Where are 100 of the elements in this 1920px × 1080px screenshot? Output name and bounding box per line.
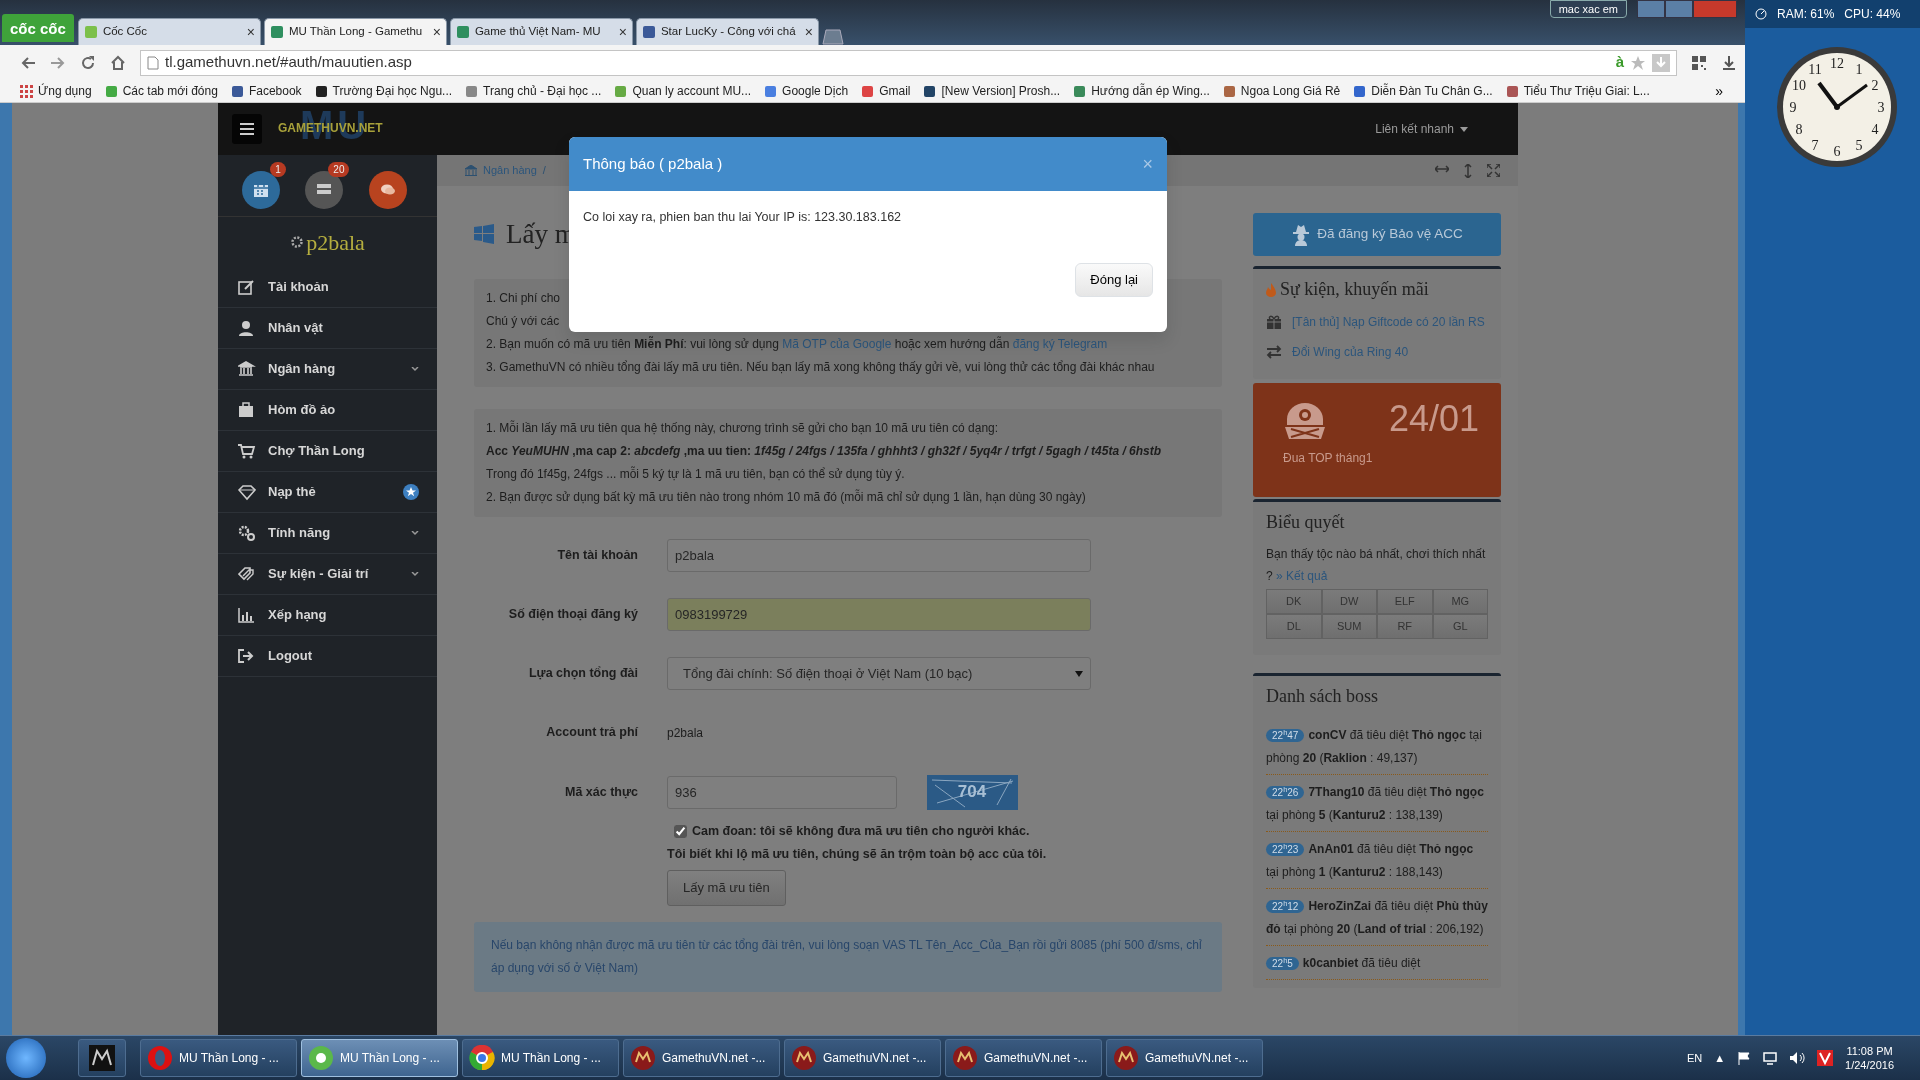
volume-icon[interactable] bbox=[1789, 1051, 1806, 1065]
browser-tab[interactable]: Star LucKy - Công với chá × bbox=[635, 18, 819, 45]
input-field[interactable]: p2bala bbox=[667, 539, 1091, 572]
taskbar-item[interactable]: MU Thần Long - ... bbox=[462, 1039, 619, 1077]
favicon-icon bbox=[764, 84, 778, 98]
show-hidden-icons-button[interactable]: ▲ bbox=[1714, 1049, 1726, 1067]
opera-logo-icon bbox=[147, 1045, 173, 1071]
bookmark[interactable]: Diễn Đàn Tu Chân G... bbox=[1353, 82, 1493, 100]
start-button[interactable] bbox=[6, 1038, 46, 1078]
boss-kill-entry: 22$^{h}$26 7Thang10 đã tiêu diệt Thỏ ngọc tại phòng 5 (Kanturu2 : 138,139) bbox=[1266, 774, 1488, 832]
panel-title: Danh sách boss bbox=[1266, 686, 1379, 708]
clock-time[interactable]: 11:08 PM bbox=[1845, 1044, 1894, 1058]
info-text: 2. Bạn được sử dụng bất kỳ mã ưu tiên nào trong nhóm 10 mã đó (mỗi mã chỉ sử dụng 1 lần, hạn dùng 30 ngày) bbox=[486, 488, 1087, 506]
bookmark[interactable]: [New Version] Prosh... bbox=[923, 82, 1061, 100]
taskbar-item[interactable]: GamethuVN.net -... bbox=[623, 1039, 780, 1077]
flag-icon[interactable] bbox=[1737, 1051, 1752, 1065]
quick-links-dropdown[interactable]: Liên kết nhanh bbox=[1369, 119, 1474, 139]
panel-title: Sự kiện, khuyến mãi bbox=[1280, 279, 1429, 301]
bookmark[interactable]: Quan ly account MU... bbox=[614, 82, 752, 100]
horizontal-arrows-icon[interactable] bbox=[1435, 163, 1449, 174]
bookmark[interactable]: Trang chủ - Đại học ... bbox=[465, 82, 602, 100]
star-icon[interactable] bbox=[1630, 54, 1646, 71]
network-icon[interactable] bbox=[1763, 1051, 1778, 1065]
taskbar-item[interactable]: GamethuVN.net -... bbox=[784, 1039, 941, 1077]
warning-text: Tôi biết khi lộ mã ưu tiên, chúng sẽ ăn trộm toàn bộ acc của tôi. bbox=[667, 846, 1048, 863]
notification-button[interactable] bbox=[305, 171, 344, 209]
forward-icon[interactable] bbox=[50, 54, 66, 71]
taskbar-item[interactable]: GamethuVN.net -... bbox=[1106, 1039, 1263, 1077]
browser-tab[interactable]: MU Thần Long - Gamethu × bbox=[263, 18, 447, 45]
maximize-button[interactable] bbox=[1665, 0, 1693, 18]
notification-button[interactable] bbox=[369, 171, 408, 209]
apps-grid-icon bbox=[20, 84, 33, 98]
bookmark[interactable]: Ngoa Long Giá Rẻ bbox=[1222, 82, 1341, 100]
exchange-arrows-icon bbox=[1266, 343, 1282, 360]
user-icon bbox=[238, 319, 256, 337]
bookmark[interactable]: Facebook bbox=[230, 82, 302, 100]
dropdown-field[interactable]: Tổng đài chính: Số điện thoại ở Việt Nam (10 bạc) bbox=[667, 657, 1091, 690]
notification-button[interactable] bbox=[241, 171, 280, 209]
bookmark[interactable]: Google Dịch bbox=[764, 82, 849, 100]
reload-icon[interactable] bbox=[80, 54, 96, 71]
tab-close-button[interactable]: × bbox=[432, 25, 441, 39]
count-badge: 1 bbox=[270, 162, 286, 177]
fire-icon bbox=[1266, 282, 1276, 297]
download-icon[interactable] bbox=[1721, 54, 1737, 71]
field-label: Số điện thoại đăng ký bbox=[507, 606, 638, 624]
taskbar-item[interactable] bbox=[78, 1039, 126, 1077]
browser-tab[interactable]: Cốc Cốc × bbox=[77, 18, 261, 45]
tab-close-button[interactable]: × bbox=[246, 25, 255, 39]
browser-tab[interactable]: Game thủ Việt Nam- MU × bbox=[449, 18, 633, 45]
input-field[interactable]: 936 bbox=[667, 776, 897, 809]
dialog-message: Co loi xay ra, phien ban thu lai Your IP is: 123.30.183.162 bbox=[582, 209, 903, 226]
favicon-icon bbox=[314, 84, 328, 98]
sidebar-item[interactable]: Ngân hàng bbox=[218, 349, 437, 390]
minimize-button[interactable] bbox=[1637, 0, 1665, 18]
input-field[interactable]: 0983199729 bbox=[667, 598, 1091, 631]
address-bar[interactable]: tl.gamethuvn.net/#auth/mauutien.asp à bbox=[140, 49, 1677, 76]
bookmark[interactable]: Ứng dụng bbox=[20, 82, 92, 100]
submit-button[interactable]: Lấy mã ưu tiên bbox=[667, 870, 786, 906]
boss-kill-entry: 22$^{h}$5 k0canbiet đã tiêu diệt bbox=[1266, 945, 1488, 980]
bar-chart-icon bbox=[238, 606, 256, 624]
clock-numeral: 4 bbox=[1871, 122, 1879, 137]
qr-code-icon[interactable] bbox=[1691, 54, 1707, 71]
protect-account-button[interactable]: Đã đăng ký Bảo vệ ACC bbox=[1253, 213, 1501, 256]
sign-out-icon bbox=[238, 647, 256, 665]
antivirus-icon[interactable] bbox=[1817, 1050, 1834, 1066]
favicon-icon bbox=[1505, 84, 1519, 98]
bank-icon bbox=[238, 360, 256, 378]
cpu-usage: CPU: 44% bbox=[1844, 6, 1901, 23]
bank-icon bbox=[465, 165, 477, 176]
fullscreen-icon[interactable] bbox=[1487, 163, 1500, 177]
vertical-arrows-icon[interactable] bbox=[1463, 163, 1473, 178]
agree-checkbox[interactable] bbox=[674, 825, 687, 838]
favicon-icon bbox=[230, 84, 244, 98]
tab-close-button[interactable]: × bbox=[618, 25, 627, 39]
sidebar-item[interactable]: Nạp thẻ bbox=[218, 472, 437, 513]
taskbar-item[interactable]: MU Thần Long - ... bbox=[301, 1039, 458, 1077]
field-label: Account trả phí bbox=[545, 724, 638, 742]
taskbar-item[interactable]: GamethuVN.net -... bbox=[945, 1039, 1102, 1077]
clock-numeral: 11 bbox=[1808, 61, 1822, 77]
bookmark[interactable]: Hướng dẫn ép Wing... bbox=[1073, 82, 1210, 100]
language-indicator[interactable]: EN bbox=[1686, 1049, 1703, 1067]
sidebar-item[interactable]: Hòm đồ ảo bbox=[218, 390, 437, 431]
clock-date[interactable]: 1/24/2016 bbox=[1845, 1058, 1894, 1072]
coccoc-logo-icon bbox=[308, 1045, 334, 1071]
taskbar-item[interactable]: MU Thần Long - ... bbox=[140, 1039, 297, 1077]
clock-hands bbox=[1817, 81, 1868, 110]
back-icon[interactable] bbox=[20, 54, 36, 71]
input-mode-indicator[interactable]: à bbox=[1615, 51, 1624, 74]
bookmark[interactable]: Gmail bbox=[861, 82, 911, 100]
bookmark[interactable]: Trường Đại học Ngu... bbox=[314, 82, 453, 100]
game-logo-icon bbox=[630, 1045, 656, 1071]
menu-button[interactable] bbox=[232, 114, 262, 144]
info-text: Acc YeuMUHN ,ma cap 2: abcdefg ,ma uu tien: 1f45g / 24fgs / 135fa / ghhht3 / gh32f / 5yq4r / trfgt / 5gagh / t45ta / 6hstb bbox=[486, 443, 1163, 460]
more-bookmarks-button[interactable]: » bbox=[1701, 80, 1737, 102]
new-tab-icon[interactable] bbox=[821, 29, 844, 45]
tab-close-button[interactable]: × bbox=[804, 25, 813, 39]
bookmark[interactable]: Các tab mới đóng bbox=[104, 82, 218, 100]
home-icon[interactable] bbox=[110, 54, 126, 71]
bookmark[interactable]: Tiểu Thư Triệu Giai: L... bbox=[1505, 82, 1650, 100]
close-dialog-button[interactable]: Đóng lại bbox=[1075, 263, 1153, 297]
